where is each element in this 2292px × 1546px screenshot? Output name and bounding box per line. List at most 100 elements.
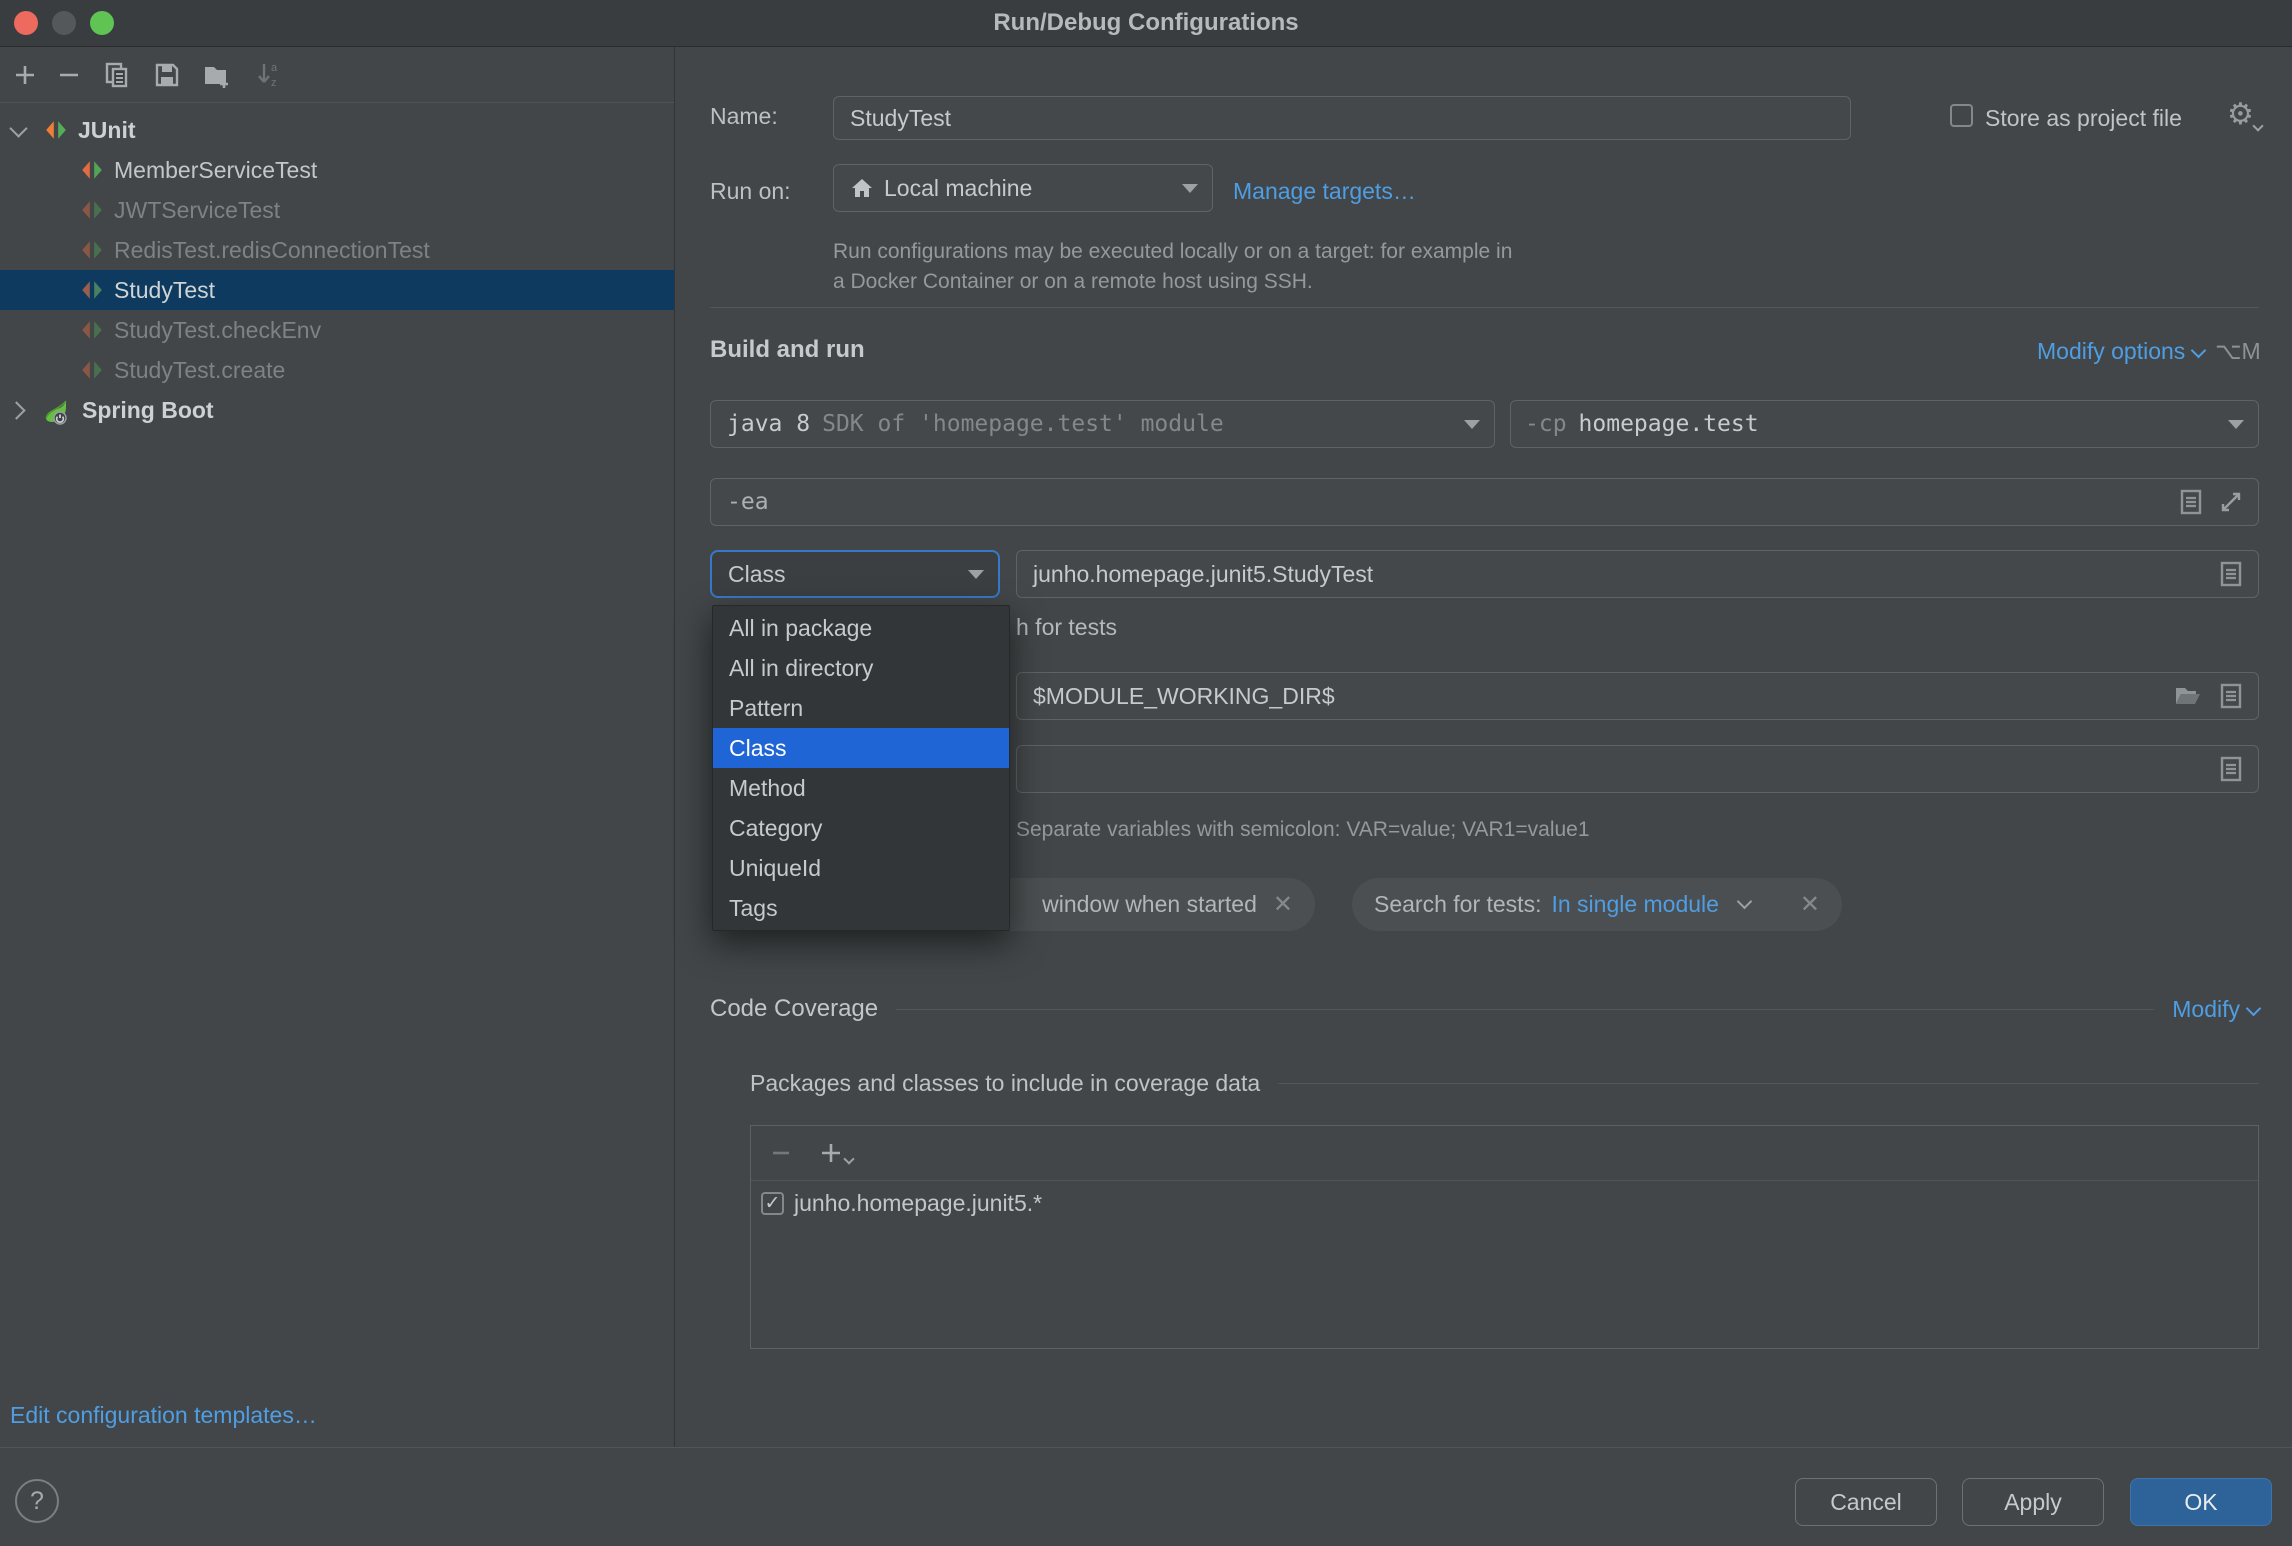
dropdown-option-pattern[interactable]: Pattern: [713, 688, 1009, 728]
sidebar-toolbar: az: [0, 47, 674, 103]
run-target-help-text: Run configurations may be executed local…: [833, 237, 1523, 297]
help-button[interactable]: ?: [15, 1479, 59, 1523]
cp-value: homepage.test: [1579, 411, 1759, 437]
test-class-input[interactable]: junho.homepage.junit5.StudyTest: [1016, 550, 2259, 598]
test-kind-select[interactable]: Class: [710, 550, 1000, 598]
divider-line: [896, 1009, 2154, 1010]
section-divider: [710, 307, 2259, 308]
macros-list-icon[interactable]: [2180, 489, 2202, 515]
svg-text:z: z: [271, 77, 277, 89]
copy-configuration-icon[interactable]: [100, 58, 134, 92]
jre-description: SDK of 'homepage.test' module: [822, 411, 1224, 437]
chevron-down-icon[interactable]: [9, 119, 27, 137]
sort-configurations-icon[interactable]: az: [252, 58, 286, 92]
chevron-down-icon: [2246, 1000, 2262, 1016]
junit-icon: [80, 358, 104, 382]
env-variables-hint: Separate variables with semicolon: VAR=v…: [1016, 818, 1590, 842]
name-input[interactable]: StudyTest: [833, 96, 1851, 140]
package-checkbox-checked[interactable]: ✓: [761, 1192, 784, 1215]
dropdown-option-class-selected[interactable]: Class: [713, 728, 1009, 768]
configuration-editor-panel: Name: StudyTest Store as project file ⚙ …: [675, 47, 2292, 1447]
chip-label: window when started: [1042, 891, 1257, 918]
store-as-project-file-checkbox[interactable]: [1950, 104, 1973, 127]
coverage-modify-link[interactable]: Modify: [2172, 996, 2259, 1023]
sidebar-item-spring-boot[interactable]: Spring Boot: [0, 390, 674, 430]
coverage-package-row[interactable]: ✓ junho.homepage.junit5.*: [751, 1181, 2258, 1225]
remove-configuration-icon[interactable]: [52, 58, 86, 92]
close-icon[interactable]: ✕: [1273, 890, 1293, 919]
sidebar-item-studytest-create[interactable]: StudyTest.create: [0, 350, 674, 390]
jre-value: java 8: [727, 411, 810, 437]
vm-options-input[interactable]: -ea: [710, 478, 2259, 526]
dialog-footer: ? Cancel Apply OK: [0, 1447, 2292, 1546]
run-on-value: Local machine: [884, 175, 1032, 202]
dropdown-option-category[interactable]: Category: [713, 808, 1009, 848]
modify-options-link[interactable]: Modify options: [2037, 338, 2204, 365]
name-value: StudyTest: [850, 105, 951, 132]
remove-package-icon[interactable]: [769, 1141, 793, 1165]
macros-list-icon[interactable]: [2220, 561, 2242, 587]
tree-item-label: Spring Boot: [82, 397, 214, 424]
search-for-tests-chip[interactable]: Search for tests: In single module ✕: [1352, 878, 1842, 931]
svg-text:a: a: [271, 62, 278, 74]
sidebar-item-memberservicetest[interactable]: MemberServiceTest: [0, 150, 674, 190]
chevron-down-icon: [1182, 184, 1198, 193]
jre-select[interactable]: java 8 SDK of 'homepage.test' module: [710, 400, 1495, 448]
edit-configuration-templates-link[interactable]: Edit configuration templates…: [10, 1402, 317, 1429]
gear-icon[interactable]: ⚙: [2227, 97, 2262, 132]
search-scope-value[interactable]: In single module: [1551, 891, 1719, 918]
dropdown-option-uniqueid[interactable]: UniqueId: [713, 848, 1009, 888]
sidebar-item-jwtservicetest[interactable]: JWTServiceTest: [0, 190, 674, 230]
dropdown-option-all-in-package[interactable]: All in package: [713, 608, 1009, 648]
check-icon: ✓: [765, 1194, 781, 1213]
title-bar: Run/Debug Configurations: [0, 0, 2292, 47]
coverage-packages-header: Packages and classes to include in cover…: [750, 1066, 2259, 1100]
tree-item-label: StudyTest: [114, 277, 215, 304]
expand-field-icon[interactable]: [2218, 489, 2244, 515]
dropdown-option-tags[interactable]: Tags: [713, 888, 1009, 928]
coverage-packages-table: ✓ junho.homepage.junit5.*: [750, 1125, 2259, 1349]
sidebar-item-studytest-checkenv[interactable]: StudyTest.checkEnv: [0, 310, 674, 350]
package-pattern: junho.homepage.junit5.*: [794, 1190, 1042, 1217]
cancel-button[interactable]: Cancel: [1795, 1478, 1937, 1526]
partially-hidden-label: h for tests: [1016, 614, 1117, 641]
coverage-table-toolbar: [751, 1126, 2258, 1181]
run-on-select[interactable]: Local machine: [833, 164, 1213, 212]
close-icon[interactable]: ✕: [1800, 890, 1820, 919]
test-kind-dropdown-list: All in package All in directory Pattern …: [712, 605, 1010, 931]
configurations-sidebar: az JUnit MemberServiceTest JWTServiceTes…: [0, 47, 675, 1447]
environment-variables-input[interactable]: [1016, 745, 2259, 793]
run-on-label: Run on:: [710, 178, 791, 205]
tree-item-label: StudyTest.create: [114, 357, 285, 384]
save-configuration-icon[interactable]: [150, 58, 184, 92]
sidebar-item-redistest[interactable]: RedisTest.redisConnectionTest: [0, 230, 674, 270]
chevron-down-icon: [1737, 894, 1753, 910]
apply-button[interactable]: Apply: [1962, 1478, 2104, 1526]
chevron-right-icon[interactable]: [7, 401, 25, 419]
sidebar-item-studytest-selected[interactable]: StudyTest: [0, 270, 674, 310]
chip-label: Search for tests:: [1374, 891, 1541, 918]
ok-button[interactable]: OK: [2130, 1478, 2272, 1526]
junit-icon: [80, 198, 104, 222]
home-icon: [850, 176, 874, 200]
spring-boot-icon: [42, 397, 70, 425]
browse-folder-icon[interactable]: [2174, 684, 2202, 708]
junit-icon: [80, 158, 104, 182]
manage-targets-link[interactable]: Manage targets…: [1233, 178, 1416, 205]
working-directory-input[interactable]: $MODULE_WORKING_DIR$: [1016, 672, 2259, 720]
add-configuration-icon[interactable]: [8, 58, 42, 92]
macros-list-icon[interactable]: [2220, 683, 2242, 709]
dropdown-option-all-in-directory[interactable]: All in directory: [713, 648, 1009, 688]
add-package-icon[interactable]: [819, 1141, 853, 1165]
vm-options-value: -ea: [727, 489, 769, 515]
divider-line: [1278, 1083, 2259, 1084]
dropdown-option-method[interactable]: Method: [713, 768, 1009, 808]
macros-list-icon[interactable]: [2220, 756, 2242, 782]
chevron-down-icon: [1464, 420, 1480, 429]
new-folder-icon[interactable]: [200, 58, 234, 92]
cp-flag: -cp: [1525, 411, 1567, 437]
sidebar-item-junit[interactable]: JUnit: [0, 110, 674, 150]
chevron-down-icon: [2191, 343, 2207, 359]
modify-options-shortcut: ⌥M: [2215, 338, 2261, 365]
classpath-select[interactable]: -cp homepage.test: [1510, 400, 2259, 448]
